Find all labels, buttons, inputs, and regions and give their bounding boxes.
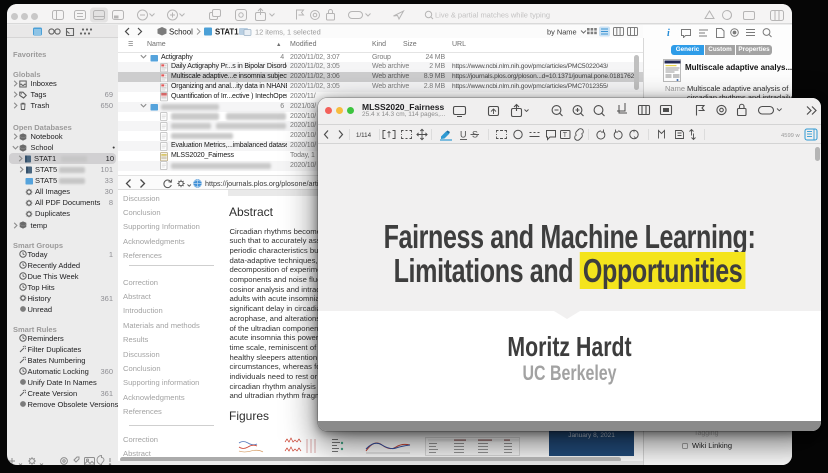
svg-text:STAT1: STAT1 <box>215 28 239 37</box>
svg-text:12 items, 1 selected: 12 items, 1 selected <box>255 28 321 37</box>
svg-text:T: T <box>563 132 568 139</box>
svg-text:by Name: by Name <box>547 28 577 37</box>
svg-text:4599 w: 4599 w <box>781 133 801 139</box>
svg-text:1/114: 1/114 <box>356 132 372 139</box>
svg-text:U: U <box>460 130 467 140</box>
svg-text:School: School <box>169 28 193 37</box>
svg-text:Live & partial matches while t: Live & partial matches while typing <box>435 11 550 20</box>
